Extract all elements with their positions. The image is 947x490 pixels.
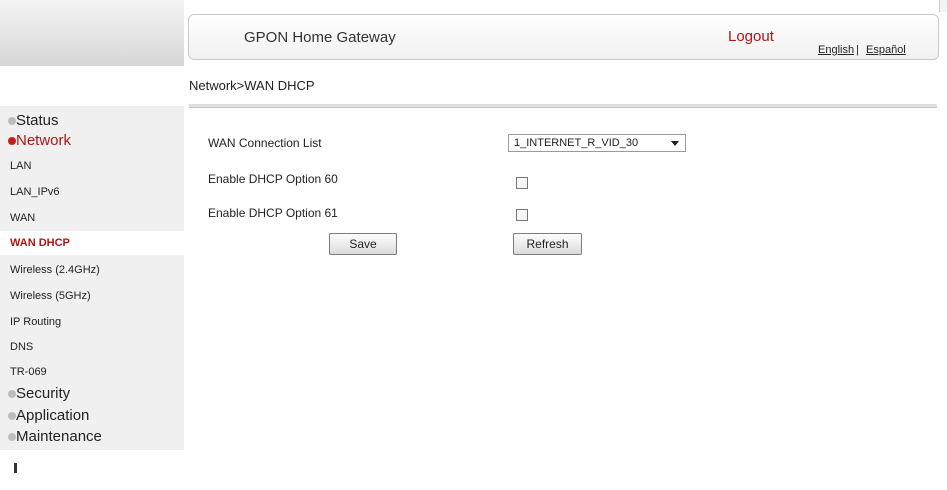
sidebar-item-lan[interactable]: LAN [0, 154, 184, 178]
wan-connection-list-label: WAN Connection List [208, 136, 322, 150]
sidebar-item-status[interactable]: Status [0, 112, 59, 130]
sidebar-item-security[interactable]: Security [0, 385, 70, 403]
language-switcher: English | Español [818, 44, 906, 56]
language-separator: | [856, 44, 859, 56]
wan-connection-select[interactable]: 1_INTERNET_R_VID_30 [508, 134, 686, 152]
chevron-down-icon [671, 141, 679, 146]
sidebar-item-lan-ipv6[interactable]: LAN_IPv6 [0, 180, 184, 204]
expanded-bullet-icon [8, 137, 16, 145]
sidebar-item-wan-dhcp[interactable]: WAN DHCP [0, 231, 184, 255]
collapsed-bullet-icon [8, 433, 16, 441]
sidebar-item-network[interactable]: Network [0, 132, 71, 150]
collapsed-bullet-icon [8, 412, 16, 420]
top-left-banner [0, 0, 184, 66]
collapsed-bullet-icon [8, 117, 16, 125]
sidebar-item-application[interactable]: Application [0, 407, 89, 425]
sidebar-item-wan[interactable]: WAN [0, 206, 184, 230]
sidebar-item-label: Maintenance [16, 428, 102, 445]
sidebar-item-label: Security [16, 385, 71, 402]
logout-link[interactable]: Logout [728, 28, 774, 45]
dhcp-option-60-checkbox[interactable] [516, 177, 528, 189]
wan-connection-value: 1_INTERNET_R_VID_30 [514, 137, 639, 149]
header-divider [189, 104, 937, 108]
espanol-link[interactable]: Español [866, 44, 906, 56]
dhcp-option-61-checkbox[interactable] [516, 209, 528, 221]
sidebar-item-label: Network [16, 132, 72, 149]
sidebar-item-tr069[interactable]: TR-069 [0, 360, 184, 384]
sidebar-item-wireless-24[interactable]: Wireless (2.4GHz) [0, 258, 184, 282]
header-bar: GPON Home Gateway Logout English | Españo… [188, 14, 939, 60]
refresh-button[interactable]: Refresh [513, 233, 582, 255]
sidebar-item-ip-routing[interactable]: IP Routing [0, 310, 184, 334]
sidebar-item-label: Status [16, 112, 59, 129]
app-title: GPON Home Gateway [244, 29, 396, 46]
window-scrollbar[interactable] [939, 0, 947, 12]
sidebar-item-wireless-5[interactable]: Wireless (5GHz) [0, 284, 184, 308]
sidebar-item-maintenance[interactable]: Maintenance [0, 428, 102, 446]
breadcrumb: Network>WAN DHCP [189, 78, 315, 93]
sidebar-item-dns[interactable]: DNS [0, 335, 184, 359]
collapsed-bullet-icon [8, 390, 16, 398]
dhcp-option-61-label: Enable DHCP Option 61 [208, 206, 338, 220]
save-button[interactable]: Save [329, 233, 397, 255]
english-link[interactable]: English [818, 44, 854, 56]
text-cursor-icon [14, 463, 17, 473]
dhcp-option-60-label: Enable DHCP Option 60 [208, 172, 338, 186]
sidebar-item-label: Application [16, 407, 90, 424]
